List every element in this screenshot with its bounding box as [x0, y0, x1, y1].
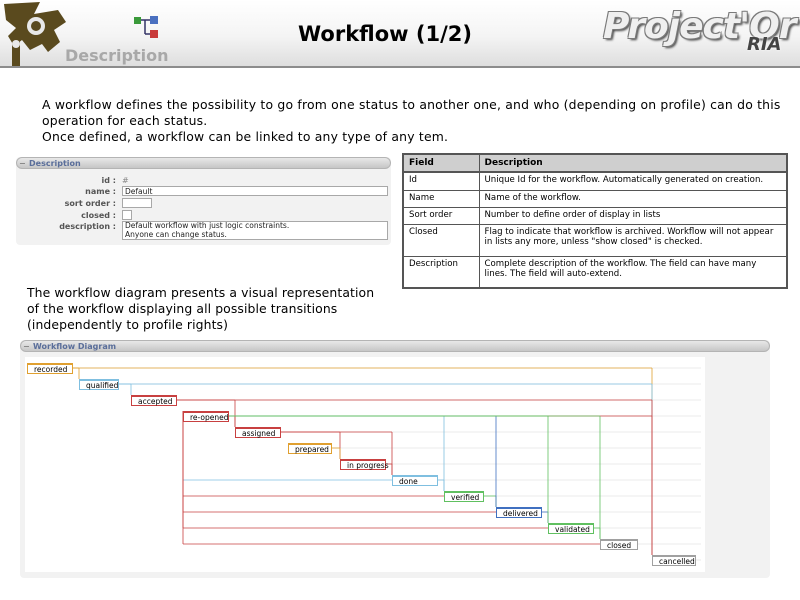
workflow-icon: [134, 16, 158, 38]
status-node-re-opened[interactable]: re-opened: [183, 411, 229, 422]
table-header-row: Field Description: [402, 153, 788, 173]
name-input[interactable]: Default: [122, 186, 388, 196]
table-row: Sort order Number to define order of dis…: [402, 206, 788, 225]
table-cell: Flag to indicate that workflow is archiv…: [478, 223, 788, 257]
status-node-validated[interactable]: validated: [548, 523, 594, 534]
table-cell: Name: [402, 189, 480, 208]
table-row: Id Unique Id for the workflow. Automatic…: [402, 171, 788, 191]
closed-label: closed :: [81, 211, 116, 220]
description-panel-title: Description: [29, 159, 81, 168]
table-cell: Complete description of the workflow. Th…: [478, 255, 788, 289]
gear-emblem-icon: [4, 2, 66, 66]
table-cell: Name of the workflow.: [478, 189, 788, 208]
description-text-line-2: Anyone can change status.: [125, 229, 227, 239]
brand-logo: Project'Or RIA: [598, 4, 798, 62]
description-textarea[interactable]: Default workflow with just logic constra…: [122, 221, 388, 240]
status-node-closed[interactable]: closed: [600, 539, 638, 550]
status-node-qualified[interactable]: qualified: [79, 379, 119, 390]
status-node-accepted[interactable]: accepted: [131, 395, 177, 406]
status-node-done[interactable]: done: [392, 475, 438, 486]
header-banner: Description Workflow (1/2) Project'Or RI…: [0, 0, 800, 68]
table-row: Closed Flag to indicate that workflow is…: [402, 223, 788, 257]
description-label: description :: [59, 222, 116, 231]
sort-order-input[interactable]: [122, 198, 152, 208]
intro-text: A workflow defines the possibility to go…: [42, 97, 792, 145]
status-node-verified[interactable]: verified: [444, 491, 484, 502]
status-node-cancelled[interactable]: cancelled: [652, 555, 696, 566]
closed-checkbox[interactable]: [122, 210, 132, 220]
table-cell: Description: [402, 255, 480, 289]
field-column-header: Field: [402, 153, 480, 173]
collapse-icon[interactable]: −: [23, 341, 30, 352]
workflow-diagram: recorded qualified accepted re-opened assign…: [25, 357, 705, 572]
intro-line-1: A workflow defines the possibility to go…: [42, 97, 781, 128]
page-title: Workflow (1/2): [298, 22, 472, 46]
collapse-icon[interactable]: −: [19, 158, 26, 169]
brand-suffix: RIA: [747, 34, 782, 55]
status-node-delivered[interactable]: delivered: [496, 507, 542, 518]
name-label: name :: [85, 187, 116, 196]
table-row: Name Name of the workflow.: [402, 189, 788, 208]
field-table: Field Description Id Unique Id for the w…: [402, 153, 788, 289]
table-row: Description Complete description of the …: [402, 255, 788, 289]
intro-line-2: Once defined, a workflow can be linked t…: [42, 129, 449, 144]
description-panel-header[interactable]: − Description: [16, 157, 391, 169]
table-cell: Sort order: [402, 206, 480, 225]
description-panel: − Description id : # 1 name : Default so…: [16, 157, 391, 245]
status-node-in-progress[interactable]: in progress: [340, 459, 389, 470]
status-node-assigned[interactable]: assigned: [235, 427, 281, 438]
sort-order-label: sort order :: [64, 199, 116, 208]
workflow-diagram-title: Workflow Diagram: [33, 342, 117, 351]
workflow-diagram-header[interactable]: − Workflow Diagram: [20, 340, 770, 352]
description-column-header: Description: [478, 153, 788, 173]
diagram-explanation: The workflow diagram presents a visual r…: [27, 285, 375, 332]
id-label: id :: [101, 176, 116, 185]
table-cell: Number to define order of display in lis…: [478, 206, 788, 225]
table-cell: Unique Id for the workflow. Automaticall…: [478, 171, 788, 191]
workflow-diagram-panel: − Workflow Diagram recorded qualified acce…: [20, 340, 770, 578]
table-cell: Closed: [402, 223, 480, 257]
status-node-recorded[interactable]: recorded: [27, 363, 73, 374]
status-node-prepared[interactable]: prepared: [288, 443, 332, 454]
table-cell: Id: [402, 171, 480, 191]
section-label: Description: [65, 46, 169, 65]
